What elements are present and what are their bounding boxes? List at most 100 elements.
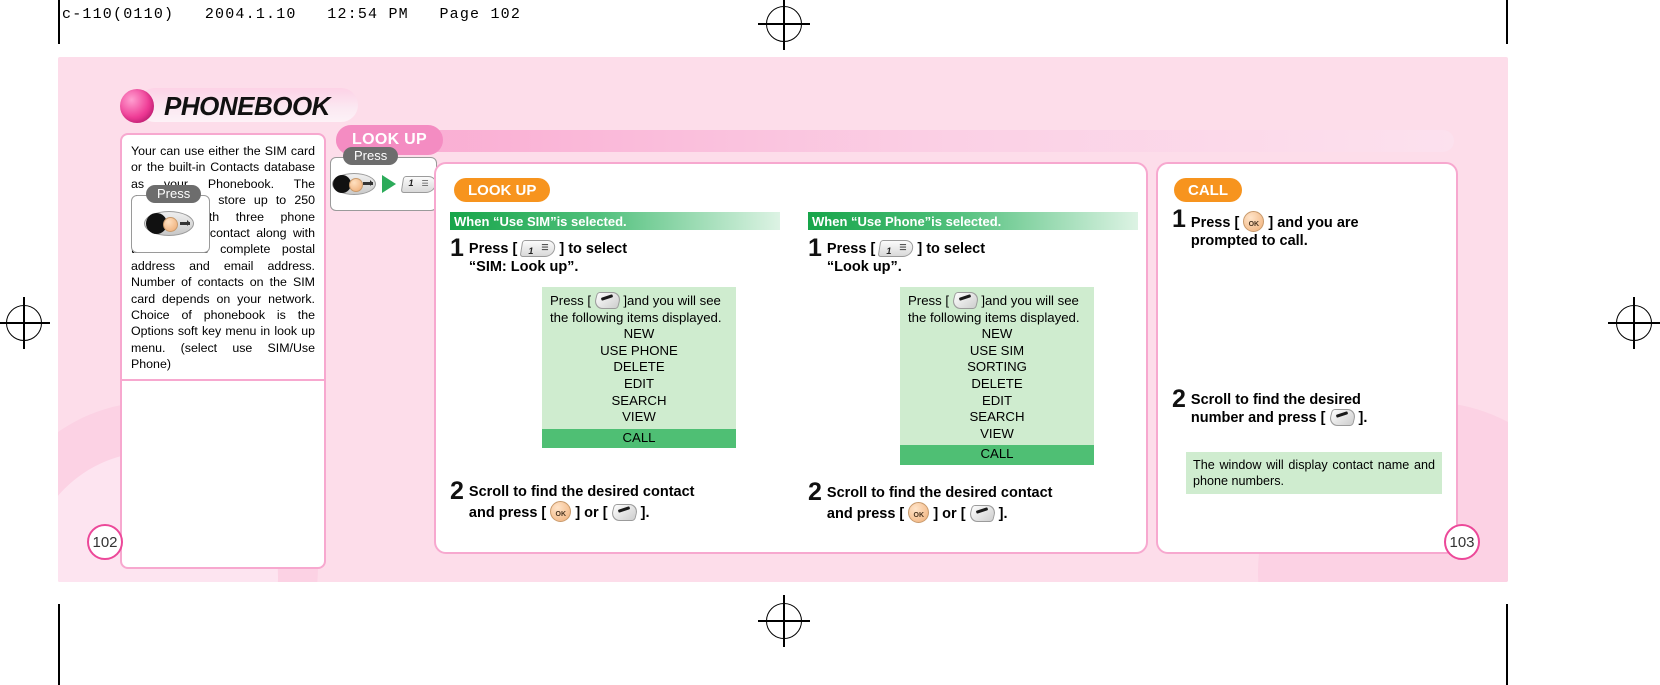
page-title: PHONEBOOK <box>120 88 358 124</box>
intro-paragraph: Your can use either the SIM card or the … <box>131 144 315 372</box>
page-title-label: PHONEBOOK <box>164 90 330 121</box>
registration-mark-top <box>758 0 810 50</box>
menu-list-phone: Press [ ]and you will see the following … <box>900 287 1094 465</box>
menu-item[interactable]: VIEW <box>906 426 1088 443</box>
page-number-right-label: 103 <box>1449 533 1475 551</box>
menu-lead-part: Press [ <box>550 293 592 308</box>
step-text-part: Press [ <box>1190 215 1240 231</box>
menu-lead-part: Press [ <box>908 293 950 308</box>
step-text-part: and press [ <box>468 505 547 522</box>
send-key-icon <box>967 504 997 522</box>
menu-item[interactable]: SEARCH <box>906 409 1088 426</box>
navigation-key-icon <box>144 211 194 236</box>
step-text-part: ] or [ <box>933 505 966 522</box>
navigation-key-icon <box>331 173 376 195</box>
menu-item-selected[interactable]: CALL <box>542 428 736 449</box>
manual-page: PHONEBOOK Your can use either the SIM ca… <box>58 57 1508 582</box>
menu-item[interactable]: VIEW <box>548 409 730 426</box>
step-text-part: ] to select <box>917 241 986 257</box>
menu-lead: Press [ ]and you will see the following … <box>906 292 1088 326</box>
call-panel: CALL 1 Press [ OK ] and you are prompted… <box>1156 162 1458 554</box>
menu-item[interactable]: SORTING <box>906 359 1088 376</box>
menu-lead: Press [ ]and you will see the following … <box>548 292 730 326</box>
menu-item[interactable]: SEARCH <box>548 393 730 410</box>
condition-bar-sim: When “Use SIM”is selected. <box>450 212 780 230</box>
step-text-part: Scroll to find the desired <box>1190 392 1361 408</box>
send-key-icon <box>609 504 639 522</box>
lookup-panel: LOOK UP When “Use SIM”is selected. 1 Pre… <box>434 162 1148 554</box>
menu-lead-part: ]and you will see <box>981 293 1079 308</box>
step-number: 2 <box>808 477 822 506</box>
condition-bar-phone: When “Use Phone”is selected. <box>808 212 1138 230</box>
crop-mark-left-bottom <box>58 604 60 685</box>
step-text-part: prompted to call. <box>1190 233 1308 249</box>
ok-key-icon: OK <box>908 501 930 523</box>
step-text-part: ] to select <box>559 241 628 257</box>
ok-key-icon: OK <box>550 501 572 523</box>
menu-item[interactable]: EDIT <box>906 393 1088 410</box>
press-box-left: Press <box>131 185 210 253</box>
menu-item[interactable]: DELETE <box>548 359 730 376</box>
menu-list-sim: Press [ ]and you will see the following … <box>542 287 736 449</box>
step-text-part: Press [ <box>826 241 876 257</box>
press-box-keys: Press 1 ☰ <box>330 147 437 211</box>
green-arrow-icon <box>381 175 396 193</box>
menu-lead-part: the following items displayed. <box>908 309 1080 325</box>
step-text: Press [ 1 ☰ ] to select “Look up”. <box>827 239 985 276</box>
step-text-part: Scroll to find the desired contact <box>468 484 695 501</box>
step-number: 1 <box>450 234 464 262</box>
print-slug: c-110(0110) 2004.1.10 12:54 PM Page 102 <box>62 6 522 23</box>
send-key-icon <box>950 292 980 309</box>
call-badge: CALL <box>1174 178 1242 202</box>
step-text: Scroll to find the desired number and pr… <box>1191 390 1367 427</box>
intro-column: Your can use either the SIM card or the … <box>120 133 326 569</box>
step-text: Press [ 1 ☰ ] to select “SIM: Look up”. <box>469 239 627 276</box>
step-text-part: number and press [ <box>1190 410 1326 426</box>
step-text-part: and press [ <box>826 505 905 522</box>
menu-lead-part: the following items displayed. <box>550 309 722 325</box>
page-number-left-label: 102 <box>92 533 118 551</box>
step-text-part: ]. <box>640 505 650 522</box>
step-number: 2 <box>1172 385 1186 413</box>
press-label-keys: Press <box>343 147 399 165</box>
step-text-part: “Look up”. <box>826 259 902 275</box>
crop-mark-right <box>1506 0 1508 44</box>
crop-mark-right-bottom <box>1506 604 1508 685</box>
menu-item[interactable]: DELETE <box>906 376 1088 393</box>
step-number: 1 <box>808 234 822 262</box>
step-text-part: “SIM: Look up”. <box>468 259 579 275</box>
menu-item[interactable]: USE PHONE <box>548 343 730 360</box>
step-number: 1 <box>1172 205 1186 233</box>
number-1-key-icon: 1 ☰ <box>519 240 557 257</box>
menu-item[interactable]: NEW <box>548 326 730 343</box>
step-text: Scroll to find the desired contact and p… <box>468 482 695 523</box>
ok-key-icon: OK <box>1243 211 1265 232</box>
step-text-part: Scroll to find the desired contact <box>826 484 1053 501</box>
step-text-part: ] or [ <box>575 505 608 522</box>
press-label-left: Press <box>146 185 202 203</box>
call-note: The window will display contact name and… <box>1186 452 1442 494</box>
step-text-part: ]. <box>998 505 1008 522</box>
registration-mark-left <box>0 297 50 349</box>
number-1-key-icon: 1 ☰ <box>400 175 437 193</box>
send-key-icon <box>592 292 622 309</box>
step-text: Scroll to find the desired contact and p… <box>827 483 1053 523</box>
column-divider <box>122 378 324 381</box>
menu-item[interactable]: NEW <box>906 326 1088 343</box>
menu-item[interactable]: EDIT <box>548 376 730 393</box>
menu-lead-part: ]and you will see <box>623 293 721 308</box>
registration-mark-right <box>1608 297 1660 349</box>
page-number-left: 102 <box>87 524 123 560</box>
step-text-part: Press [ <box>468 241 518 257</box>
menu-item[interactable]: USE SIM <box>906 343 1088 360</box>
step-text: Press [ OK ] and you are prompted to cal… <box>1191 210 1359 250</box>
page-number-right: 103 <box>1444 524 1480 560</box>
number-1-key-icon: 1 ☰ <box>877 240 915 257</box>
crop-mark-left <box>58 0 60 44</box>
section-banner-bar <box>336 130 1454 152</box>
menu-item-selected[interactable]: CALL <box>900 445 1094 465</box>
send-key-icon <box>1327 409 1357 426</box>
lookup-badge: LOOK UP <box>454 178 551 202</box>
pink-ball-icon <box>120 89 154 123</box>
registration-mark-bottom <box>758 595 810 647</box>
